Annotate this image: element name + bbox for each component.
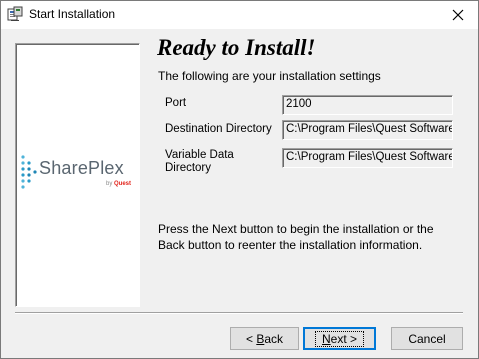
variable-data-directory-value: C:\Program Files\Quest Software\SharePle… <box>286 151 452 163</box>
shareplex-logo-icon <box>21 155 37 189</box>
brand-name: SharePlex <box>39 158 124 178</box>
variable-data-directory-label: Variable Data Directory <box>165 149 234 174</box>
installer-icon <box>7 6 23 22</box>
next-button-focus: Next > <box>314 330 365 347</box>
port-value: 2100 <box>286 98 312 110</box>
instructions-text: Press the Next button to begin the insta… <box>158 222 434 252</box>
port-field: 2100 <box>282 95 453 115</box>
next-button-suffix: > <box>346 331 358 346</box>
port-label: Port <box>165 97 187 109</box>
title-bar: Start Installation <box>1 1 478 29</box>
installer-window: Start Installation SharePlex by Quest Re… <box>0 0 479 359</box>
next-button-mnemonic: N <box>321 331 331 346</box>
side-banner: SharePlex by Quest <box>15 43 140 307</box>
next-button-rest: ext <box>330 331 347 346</box>
back-button-mnemonic: B <box>256 331 265 346</box>
variable-data-directory-field: C:\Program Files\Quest Software\SharePle… <box>282 148 453 168</box>
back-button-rest: ack <box>264 331 284 346</box>
window-title: Start Installation <box>29 7 116 21</box>
brand-byline: by Quest <box>106 181 131 187</box>
next-button[interactable]: Next > <box>303 327 376 350</box>
page-subtitle: The following are your installation sett… <box>158 69 381 83</box>
brand-company: Quest <box>114 181 132 187</box>
cancel-button[interactable]: Cancel <box>391 327 463 350</box>
back-button-prefix: < <box>245 331 257 346</box>
footer-separator <box>15 312 463 314</box>
destination-directory-field: C:\Program Files\Quest Software\SharePle… <box>282 120 453 140</box>
close-icon <box>452 9 464 21</box>
back-button[interactable]: < Back <box>230 327 299 350</box>
close-button[interactable] <box>438 1 478 29</box>
destination-directory-value: C:\Program Files\Quest Software\SharePle… <box>286 123 452 135</box>
brand-by: by <box>106 181 113 187</box>
shareplex-logo: SharePlex by Quest <box>20 154 138 194</box>
page-title: Ready to Install! <box>157 35 316 60</box>
destination-directory-label: Destination Directory <box>165 123 272 135</box>
